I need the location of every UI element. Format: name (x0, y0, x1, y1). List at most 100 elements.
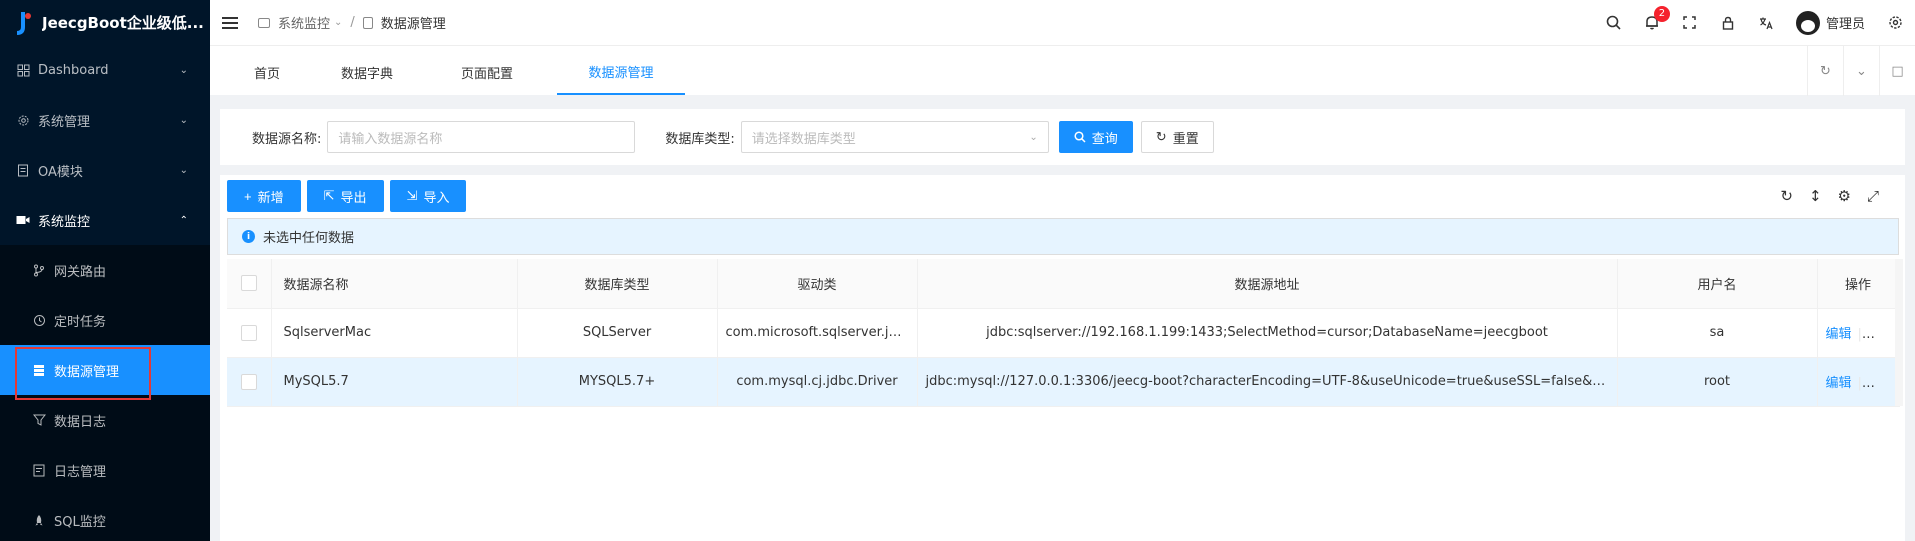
sidebar-item-label: 数据日志 (54, 414, 107, 430)
reset-button-label: 重置 (1172, 130, 1199, 146)
sidebar-item-gateway-route[interactable]: 网关路由 (0, 245, 210, 295)
table-toolbar: + 新增 ⇱ 导出 ⇲ 导入 (227, 180, 467, 212)
sidebar-item-sql-monitor[interactable]: SQL监控 (0, 495, 210, 541)
bell-icon[interactable]: 2 (1644, 5, 1670, 31)
monitor-icon (16, 213, 30, 227)
gear-icon (16, 113, 30, 127)
query-button-label: 查询 (1091, 130, 1118, 146)
chevron-up-icon: ⌃ (179, 214, 188, 226)
sidebar-item-scheduled-task[interactable]: 定时任务 (0, 295, 210, 345)
tab-data-dictionary[interactable]: 数据字典 (317, 50, 417, 95)
logo[interactable]: JeecgBoot企业级低... (0, 0, 210, 45)
translate-icon[interactable] (1758, 15, 1774, 31)
sidebar: JeecgBoot企业级低... Dashboard ⌄ 系统管理 ⌄ OA模块… (0, 0, 210, 541)
chevron-down-icon: ⌄ (179, 114, 188, 126)
sidebar-item-datasource[interactable]: 数据源管理 (0, 345, 210, 395)
cell-driver: com.microsoft.sqlserver.jdb... (717, 308, 918, 358)
row-checkbox[interactable] (240, 324, 257, 341)
column-header: 驱动类 (717, 259, 918, 309)
cell-actions: 编辑 | 删除 (1817, 308, 1900, 358)
db-type-label: 数据库类型: (665, 131, 735, 147)
top-header: 系统监控 ⌄ / 数据源管理 2 管理员 (210, 0, 1915, 45)
reload-icon[interactable]: ↻ (1780, 187, 1793, 205)
add-button[interactable]: + 新增 (227, 180, 301, 212)
cell-name: SqlserverMac (271, 308, 518, 358)
cell-username: sa (1617, 308, 1818, 358)
gear-icon[interactable]: ⚙ (1838, 187, 1851, 205)
datasource-name-input[interactable]: 请输入数据源名称 (327, 121, 636, 153)
database-icon (362, 16, 373, 29)
sidebar-item-label: 数据源管理 (54, 364, 120, 380)
column-header: 数据源地址 (917, 259, 1618, 309)
monitor-submenu: 网关路由 定时任务 数据源管理 数据日志 日志管理 SQL监控 (0, 245, 210, 541)
branch-icon (32, 263, 46, 277)
cell-db-type: MYSQL5.7+ (517, 357, 718, 407)
table-panel: + 新增 ⇱ 导出 ⇲ 导入 ↻ ↕ ⚙ ⤢ i 未选中任何数据 数据源名称 数… (220, 175, 1905, 541)
document-icon (16, 163, 30, 177)
sidebar-item-log-management[interactable]: 日志管理 (0, 445, 210, 495)
table-header-row: 数据源名称 数据库类型 驱动类 数据源地址 用户名 操作 (227, 259, 1900, 309)
tab-datasource[interactable]: 数据源管理 (557, 50, 685, 95)
cell-actions: 编辑 | 删除 (1817, 357, 1900, 407)
tab-home[interactable]: 首页 (237, 50, 297, 95)
table-row[interactable]: MySQL5.7 MYSQL5.7+ com.mysql.cj.jdbc.Dri… (227, 357, 1900, 407)
tabs-bar: 首页 数据字典 页面配置 数据源管理 ↻ ⌄ □ (210, 45, 1915, 96)
plus-icon: + (244, 188, 252, 204)
sidebar-item-label: 系统监控 (38, 214, 91, 230)
sidebar-item-dashboard[interactable]: Dashboard ⌄ (0, 45, 210, 95)
cell-name: MySQL5.7 (271, 357, 518, 407)
menu-fold-icon[interactable] (222, 14, 238, 32)
header-actions: 2 管理员 (1606, 5, 1915, 35)
import-button[interactable]: ⇲ 导入 (389, 180, 467, 212)
breadcrumb-parent[interactable]: 系统监控 (278, 13, 330, 32)
reset-button[interactable]: ↻ 重置 (1140, 121, 1214, 153)
breadcrumb-separator: / (350, 15, 355, 30)
avatar (1795, 10, 1820, 35)
alert-text: 未选中任何数据 (263, 231, 355, 246)
user-menu[interactable]: 管理员 (1795, 10, 1865, 35)
settings-icon[interactable] (1887, 15, 1903, 31)
action-divider: | (1857, 327, 1862, 342)
chevron-down-icon: ⌄ (179, 164, 188, 176)
table-scrollbar[interactable] (1895, 259, 1903, 406)
edit-link[interactable]: 编辑 (1826, 327, 1852, 342)
edit-link[interactable]: 编辑 (1826, 376, 1852, 391)
search-form: 数据源名称: 请输入数据源名称 数据库类型: 请选择数据库类型 ⌄ 查询 ↻ 重… (220, 109, 1905, 165)
select-all-checkbox[interactable] (240, 275, 257, 292)
chevron-down-icon[interactable]: ⌄ (334, 17, 342, 28)
fullscreen-icon[interactable] (1682, 15, 1698, 31)
db-type-select[interactable]: 请选择数据库类型 ⌄ (740, 121, 1049, 153)
refresh-icon[interactable]: ↻ (1807, 46, 1843, 96)
column-height-icon[interactable]: ↕ (1809, 187, 1822, 205)
rocket-icon (32, 513, 46, 527)
query-button[interactable]: 查询 (1058, 121, 1133, 153)
action-divider: | (1857, 376, 1862, 391)
fold-icon[interactable]: □ (1879, 46, 1915, 96)
sidebar-item-monitor[interactable]: 系统监控 ⌃ (0, 195, 210, 245)
cell-username: root (1617, 357, 1818, 407)
export-button-label: 导出 (340, 189, 367, 205)
selection-alert: i 未选中任何数据 (227, 218, 1899, 255)
sidebar-item-data-log[interactable]: 数据日志 (0, 395, 210, 445)
reload-icon: ↻ (1155, 129, 1167, 144)
datasource-table: 数据源名称 数据库类型 驱动类 数据源地址 用户名 操作 SqlserverMa… (227, 259, 1900, 407)
table-settings: ↻ ↕ ⚙ ⤢ (1780, 187, 1879, 205)
fullscreen-icon[interactable]: ⤢ (1867, 187, 1879, 205)
tab-page-config[interactable]: 页面配置 (437, 50, 537, 95)
db-type-placeholder: 请选择数据库类型 (751, 131, 856, 147)
row-checkbox[interactable] (240, 373, 257, 390)
search-icon[interactable] (1606, 15, 1622, 31)
chevron-down-icon[interactable]: ⌄ (1843, 46, 1879, 96)
breadcrumb: 系统监控 ⌄ / 数据源管理 (258, 13, 446, 32)
sidebar-item-label: 定时任务 (54, 314, 107, 330)
jeecg-logo-icon (16, 11, 31, 35)
export-button[interactable]: ⇱ 导出 (306, 180, 384, 212)
lock-icon[interactable] (1720, 15, 1736, 31)
sidebar-item-label: Dashboard (38, 62, 109, 78)
table-row[interactable]: SqlserverMac SQLServer com.microsoft.sql… (227, 308, 1900, 358)
export-icon: ⇱ (323, 188, 335, 203)
chevron-down-icon: ⌄ (1029, 131, 1038, 143)
sidebar-item-oa[interactable]: OA模块 ⌄ (0, 145, 210, 195)
cell-driver: com.mysql.cj.jdbc.Driver (717, 357, 918, 407)
sidebar-item-system[interactable]: 系统管理 ⌄ (0, 95, 210, 145)
